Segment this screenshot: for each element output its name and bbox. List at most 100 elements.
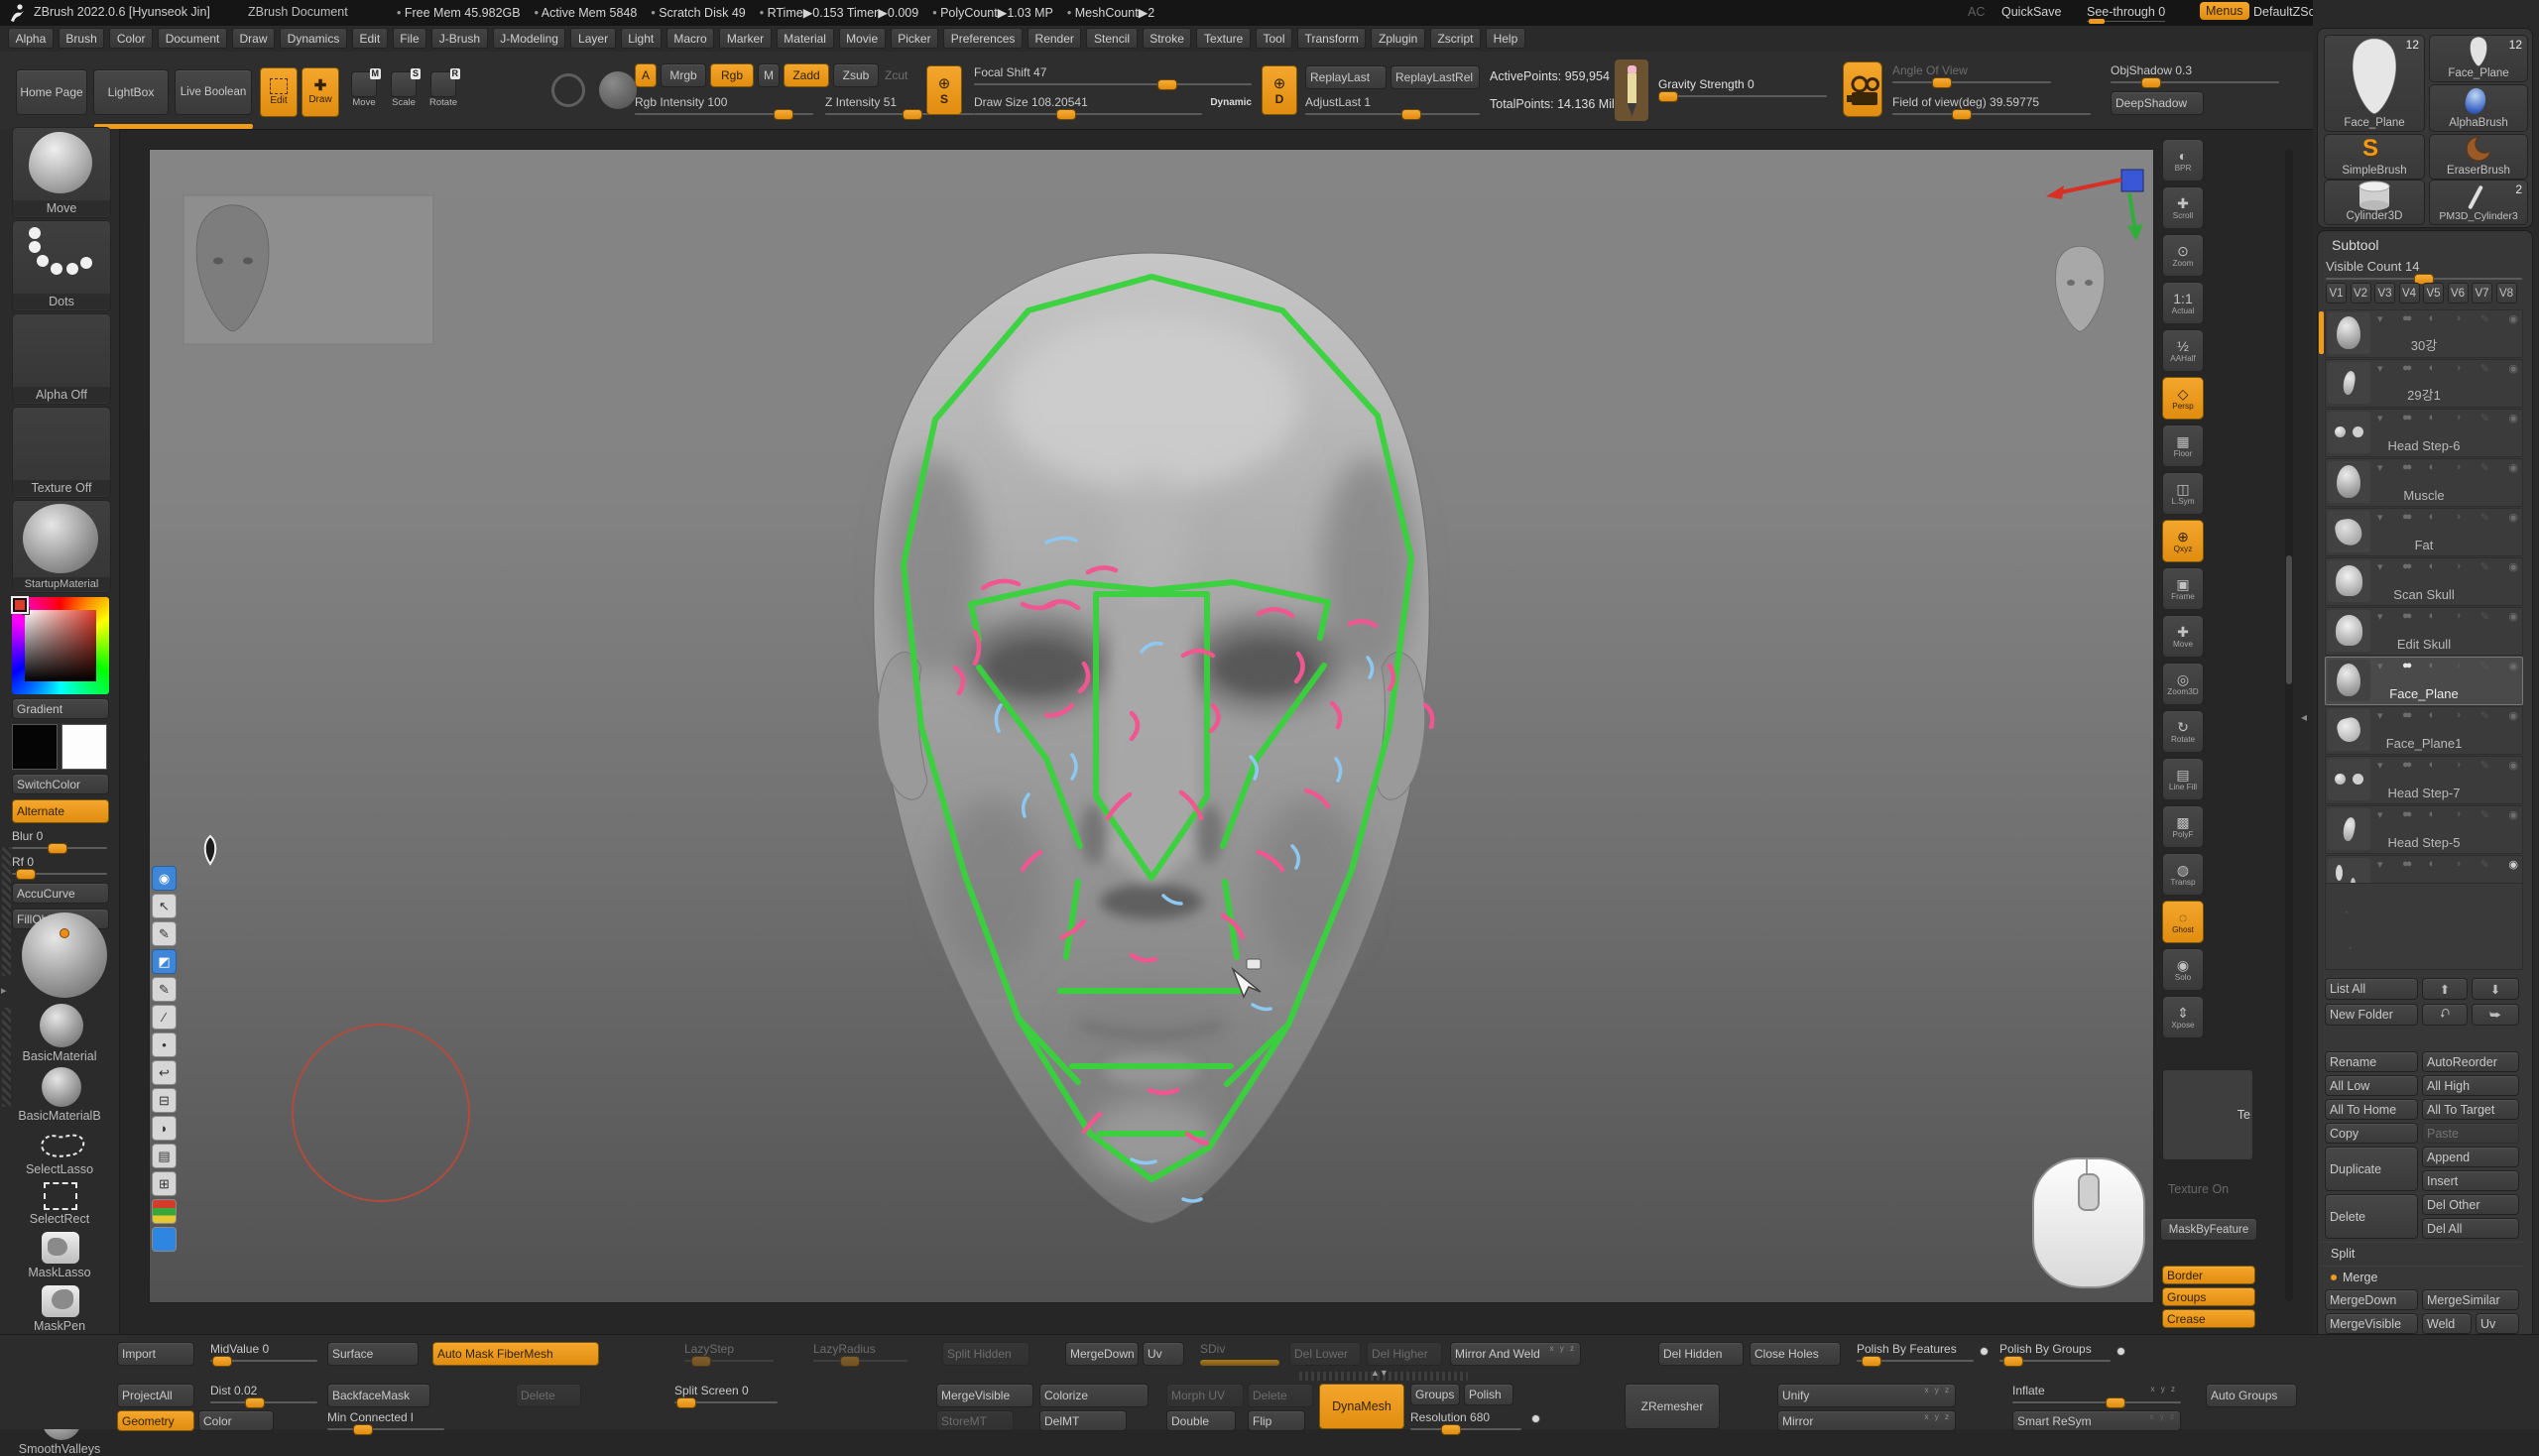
copy-button[interactable]: Copy xyxy=(2325,1123,2418,1144)
right-shelf-button[interactable]: ⊕ Qxyz xyxy=(2162,520,2204,562)
menu-item[interactable]: Stencil xyxy=(1086,28,1137,49)
mask-by-feature-button[interactable]: MaskByFeature xyxy=(2160,1218,2257,1241)
right-shelf-button[interactable]: ▤ Line Fill xyxy=(2162,758,2204,800)
tray-divider-arrow[interactable]: ▸ xyxy=(1,984,7,997)
tool-cylinder3d[interactable]: Cylinder3D xyxy=(2324,180,2425,225)
color-picker[interactable] xyxy=(12,597,109,694)
select-lasso-icon[interactable] xyxy=(34,1129,89,1162)
delete-row2b-button[interactable]: Delete xyxy=(1248,1384,1313,1407)
panel-divider-arrow[interactable]: ◂ xyxy=(2301,710,2307,724)
spotlight-tool-icon[interactable]: ◩ xyxy=(152,949,177,974)
dynamesh-button[interactable]: DynaMesh xyxy=(1319,1384,1404,1429)
append-button[interactable]: Append xyxy=(2422,1147,2519,1167)
xyz-axes-label[interactable]: x y z xyxy=(1550,1344,1576,1353)
subtool-version-tab[interactable]: V7 xyxy=(2472,283,2492,303)
zsub-button[interactable]: Zsub xyxy=(833,63,879,87)
right-shelf-button[interactable]: ◎ Zoom3D xyxy=(2162,663,2204,705)
select-rect-icon[interactable] xyxy=(44,1182,77,1210)
resolution-slider[interactable]: Resolution 680 xyxy=(1410,1410,1521,1430)
dots-stroke-button[interactable]: ⊕ D xyxy=(1262,65,1297,115)
polish-by-groups-slider[interactable]: Polish By Groups xyxy=(1999,1342,2111,1362)
subtool-item[interactable]: ▾ ●● ◐ ◑ ✎ ◉ Fat xyxy=(2325,508,2523,556)
right-shelf-button[interactable]: ✚ Scroll xyxy=(2162,186,2204,229)
del-hidden-button[interactable]: Del Hidden xyxy=(1658,1342,1744,1366)
move-up-button[interactable]: ⬆ xyxy=(2422,978,2468,1000)
menu-item[interactable]: J-Modeling xyxy=(493,28,566,49)
lazy-step-slider[interactable]: LazyStep xyxy=(684,1342,774,1362)
spotlight-tool-icon[interactable]: ▤ xyxy=(152,1144,177,1168)
subtool-item[interactable]: ▾ ●● ◐ ◑ ✎ ◉ Face_Plane xyxy=(2325,657,2523,705)
gravity-strength-slider[interactable]: Gravity Strength 0 xyxy=(1658,77,1827,97)
backface-mask-button[interactable]: BackfaceMask xyxy=(327,1384,430,1407)
right-shelf-button[interactable]: ↻ Rotate xyxy=(2162,710,2204,753)
weld-button[interactable]: Weld xyxy=(2422,1313,2472,1334)
obj-shadow-slider[interactable]: ObjShadow 0.3 xyxy=(2111,63,2279,83)
blur-slider[interactable]: Blur 0 xyxy=(12,829,107,849)
unify-xyz[interactable]: x y z xyxy=(1925,1386,1951,1395)
menu-item[interactable]: Layer xyxy=(570,28,615,49)
right-shelf-button[interactable]: ◍ Transp xyxy=(2162,853,2204,896)
subtool-version-tab[interactable]: V4 xyxy=(2399,283,2420,303)
secondary-color-swatch[interactable] xyxy=(61,724,107,770)
menu-item[interactable]: Tool xyxy=(1256,28,1292,49)
adjust-last-slider[interactable]: AdjustLast 1 xyxy=(1305,95,1480,115)
inflate-xyz[interactable]: x y z xyxy=(2151,1385,2177,1394)
mask-pen-icon[interactable] xyxy=(42,1285,79,1317)
subtool-version-tab[interactable]: V6 xyxy=(2448,283,2469,303)
rgb-button[interactable]: Rgb xyxy=(710,63,754,87)
del-lower-button[interactable]: Del Lower xyxy=(1289,1342,1361,1366)
mirror-xyz[interactable]: x y z xyxy=(1925,1412,1951,1421)
right-shelf-button[interactable]: ⇕ Xpose xyxy=(2162,996,2204,1038)
home-page-button[interactable]: Home Page xyxy=(16,69,87,115)
unify-button[interactable]: Unify x y z xyxy=(1777,1384,1956,1407)
menu-item[interactable]: Zscript xyxy=(1430,28,1481,49)
spotlight-tool-icon[interactable]: ✎ xyxy=(152,977,177,1002)
right-shelf-button[interactable]: ◐ BPR xyxy=(2162,139,2204,182)
m-button[interactable]: M xyxy=(758,63,780,87)
basic-material-sphere[interactable] xyxy=(40,1004,83,1047)
menu-item[interactable]: Material xyxy=(777,28,834,49)
texture-on-label[interactable]: Texture On xyxy=(2168,1182,2229,1196)
visible-count-slider[interactable]: Visible Count 14 xyxy=(2326,259,2522,280)
right-scrollbar-thumb[interactable] xyxy=(2286,555,2292,684)
right-shelf-button[interactable]: ½ AAHalf xyxy=(2162,329,2204,372)
stroke-button[interactable]: ⊕ S xyxy=(926,65,962,115)
mrgb-button[interactable]: Mrgb xyxy=(661,63,706,87)
subtool-item[interactable]: ▾ ●● ◐ ◑ ✎ ◉ 29강1 xyxy=(2325,359,2523,408)
lightbox-button[interactable]: LightBox xyxy=(93,69,169,115)
polish-small-button[interactable]: Polish xyxy=(1464,1384,1513,1405)
menu-item[interactable]: Stroke xyxy=(1143,28,1192,49)
right-scrollbar[interactable] xyxy=(2285,149,2293,1301)
replay-last-button[interactable]: ReplayLast xyxy=(1305,65,1387,89)
del-all-button[interactable]: Del All xyxy=(2422,1218,2519,1239)
alpha-off-thumb[interactable]: Alpha Off xyxy=(12,313,111,405)
polish-by-features-slider[interactable]: Polish By Features xyxy=(1857,1342,1974,1362)
menu-item[interactable]: J-Brush xyxy=(431,28,487,49)
draw-button[interactable]: ✚ Draw xyxy=(302,67,339,117)
a-button[interactable]: A xyxy=(635,63,657,87)
draw-preview-sphere[interactable] xyxy=(22,912,107,998)
right-shelf-button[interactable]: ◇ Persp xyxy=(2162,377,2204,420)
merge-visible-button[interactable]: MergeVisible xyxy=(2325,1313,2418,1334)
focal-shift-slider[interactable]: Focal Shift 47 xyxy=(974,65,1252,85)
subtool-version-tab[interactable]: V5 xyxy=(2423,283,2444,303)
mid-value-slider[interactable]: MidValue 0 xyxy=(210,1342,317,1362)
right-shelf-button[interactable]: ▣ Frame xyxy=(2162,567,2204,610)
polish-features-mode-dot[interactable] xyxy=(1980,1347,1989,1356)
merge-down-button[interactable]: MergeDown xyxy=(2325,1289,2418,1310)
field-of-view-slider[interactable]: Field of view(deg) 39.59775 xyxy=(1892,95,2091,115)
move-out-folder-button[interactable]: ⮏ xyxy=(2422,1004,2468,1026)
zremesher-button[interactable]: ZRemesher xyxy=(1625,1384,1720,1429)
menu-item[interactable]: Texture xyxy=(1196,28,1250,49)
subtool-item[interactable]: ▾ ●● ◐ ◑ ✎ ◉ Scan Skull xyxy=(2325,557,2523,606)
menu-item[interactable]: Preferences xyxy=(943,28,1023,49)
brush-simple-brush[interactable]: S SimpleBrush xyxy=(2324,134,2425,180)
shelf-resize-handle[interactable]: ▲▼ xyxy=(1299,1372,1468,1381)
menu-item[interactable]: Picker xyxy=(891,28,938,49)
merge-section[interactable]: Merge xyxy=(2321,1266,2523,1288)
menu-item[interactable]: Movie xyxy=(839,28,886,49)
texture-off-thumb[interactable]: Texture Off xyxy=(12,407,111,498)
live-boolean-button[interactable]: Live Boolean xyxy=(175,69,252,115)
subtool-version-tab[interactable]: V2 xyxy=(2351,283,2371,303)
del-other-button[interactable]: Del Other xyxy=(2422,1194,2519,1215)
